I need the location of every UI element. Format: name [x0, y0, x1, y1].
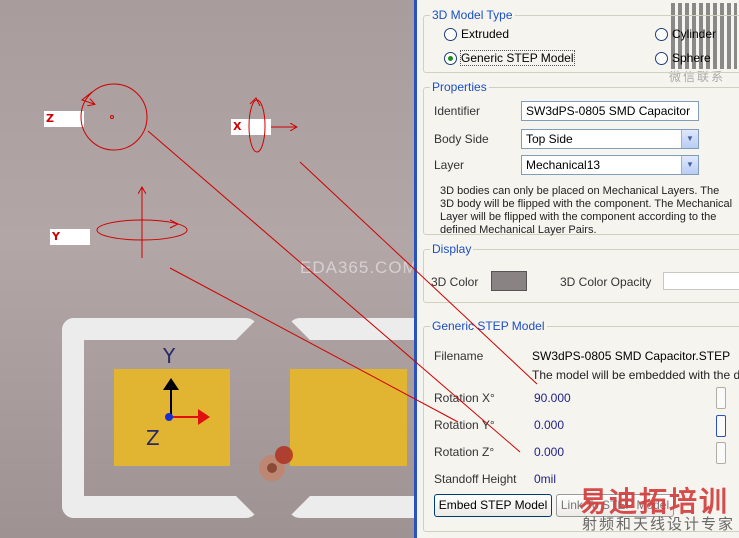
layer-value: Mechanical13 — [526, 158, 601, 172]
pad-1 — [114, 369, 230, 466]
display-group: Display 3D Color 3D Color Opacity — [423, 242, 739, 303]
rotation-z-value[interactable]: 0.000 — [534, 445, 564, 459]
3d-color-opacity-slider[interactable] — [663, 272, 739, 290]
axis-y-glyph: Y — [163, 344, 176, 368]
3d-color-swatch[interactable] — [491, 271, 527, 291]
rotation-x-marker-label: X — [231, 119, 271, 135]
rotation-x-value[interactable]: 90.000 — [534, 391, 571, 405]
rotation-y-marker-label: Y — [50, 229, 90, 245]
body-side-value: Top Side — [526, 132, 573, 146]
embed-note: The model will be embedded with the docu… — [532, 368, 739, 382]
radio-sphere[interactable]: Sphere — [655, 51, 711, 65]
model-type-group: 3D Model Type Extruded Cylinder Generic … — [423, 8, 739, 73]
filename-label: Filename — [434, 349, 484, 363]
radio-extruded[interactable]: Extruded — [444, 27, 509, 41]
display-title: Display — [430, 242, 474, 256]
radio-sphere-indicator[interactable] — [655, 51, 668, 65]
3d-viewport[interactable]: Z X Y EDA365.COM Y Z — [0, 0, 414, 538]
standoff-height-value[interactable]: 0mil — [534, 472, 556, 486]
properties-group: Properties Identifier SW3dPS-0805 SMD Ca… — [423, 80, 739, 236]
identifier-input[interactable]: SW3dPS-0805 SMD Capacitor — [521, 101, 699, 121]
properties-title: Properties — [430, 80, 489, 94]
3d-color-opacity-label: 3D Color Opacity — [560, 275, 652, 289]
chevron-down-icon[interactable]: ▼ — [681, 156, 698, 174]
axis-z-glyph: Z — [146, 426, 160, 450]
rotation-y-spinner[interactable] — [716, 415, 726, 437]
mechanical-layer-note: 3D bodies can only be placed on Mechanic… — [440, 185, 733, 236]
radio-extruded-indicator[interactable] — [444, 27, 457, 41]
standoff-height-label: Standoff Height — [434, 472, 517, 486]
radio-cylinder[interactable]: Cylinder — [655, 27, 716, 41]
model-type-title: 3D Model Type — [430, 8, 515, 22]
rotation-x-label: Rotation X° — [434, 391, 495, 405]
radio-sphere-label: Sphere — [672, 51, 711, 65]
identifier-label: Identifier — [434, 104, 481, 118]
chevron-down-icon[interactable]: ▼ — [681, 130, 698, 148]
radio-generic-step-label: Generic STEP Model — [460, 50, 575, 66]
generic-step-title: Generic STEP Model — [430, 319, 547, 333]
radio-generic-step-indicator[interactable] — [444, 51, 457, 65]
layer-label: Layer — [434, 158, 465, 172]
body-side-label: Body Side — [434, 132, 489, 146]
3d-body-properties-panel: 微信联系 3D Model Type Extruded Cylinder Gen… — [417, 0, 739, 538]
body-side-select[interactable]: Top Side ▼ — [521, 129, 699, 149]
radio-extruded-label: Extruded — [461, 27, 510, 41]
layer-select[interactable]: Mechanical13 ▼ — [521, 155, 699, 175]
radio-cylinder-indicator[interactable] — [655, 27, 668, 41]
radio-cylinder-label: Cylinder — [672, 27, 717, 41]
embed-step-model-button[interactable]: Embed STEP Model — [434, 494, 552, 517]
rotation-y-label: Rotation Y° — [434, 418, 495, 432]
eda365-watermark: EDA365.COM — [300, 258, 414, 277]
rotation-z-spinner[interactable] — [716, 442, 726, 464]
pad-2 — [290, 369, 407, 466]
rotation-x-spinner[interactable] — [716, 387, 726, 409]
filename-value: SW3dPS-0805 SMD Capacitor.STEP — [532, 349, 731, 363]
3d-color-label: 3D Color — [431, 275, 479, 289]
radio-generic-step[interactable]: Generic STEP Model — [444, 50, 575, 66]
rotation-z-label: Rotation Z° — [434, 445, 495, 459]
rotation-y-value[interactable]: 0.000 — [534, 418, 564, 432]
brand-subtitle-watermark: 射频和天线设计专家 — [582, 516, 736, 533]
rotation-z-marker-label: Z — [44, 111, 84, 127]
